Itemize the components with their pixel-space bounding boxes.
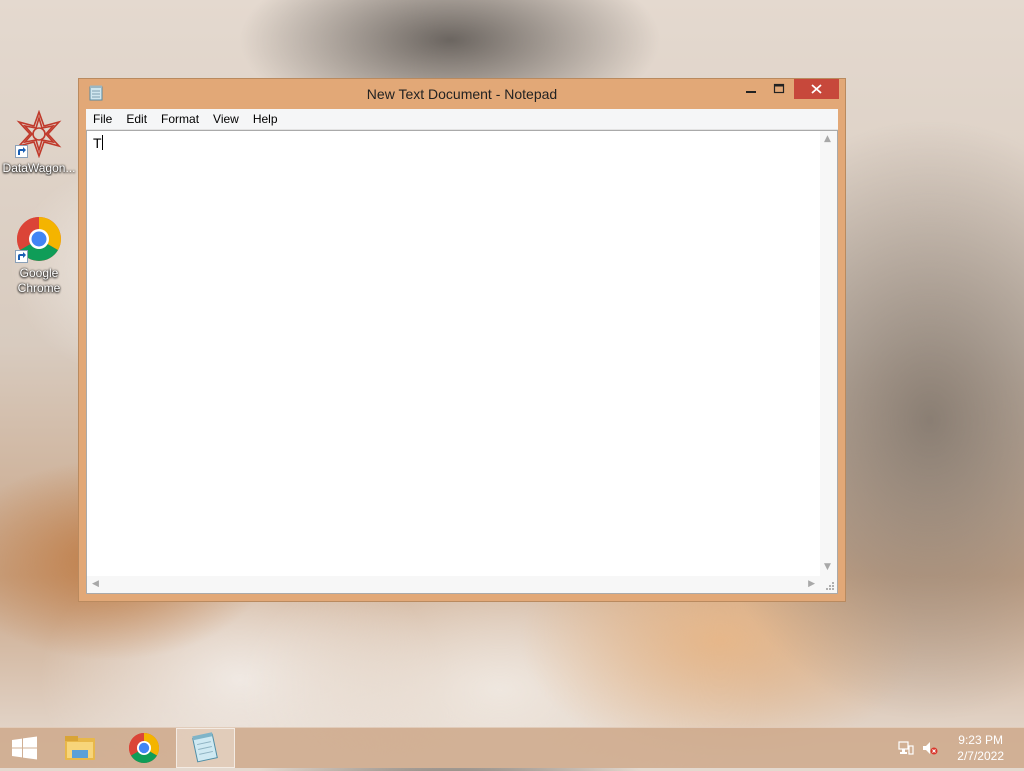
- window-title: New Text Document - Notepad: [366, 86, 558, 102]
- desktop-icon-label: DataWagon...: [2, 161, 76, 175]
- text-caret: [101, 135, 103, 150]
- shortcut-arrow-icon: [15, 250, 28, 263]
- folder-icon: [65, 736, 95, 760]
- desktop-icon-google-chrome[interactable]: Google Chrome: [1, 215, 77, 296]
- scroll-right-icon[interactable]: ▶: [808, 580, 815, 589]
- scroll-down-icon[interactable]: ▼: [824, 563, 831, 572]
- datawagon-app-icon: [15, 109, 63, 159]
- text-editor[interactable]: T ▲ ▼ ◀ ▶: [86, 130, 838, 594]
- start-button[interactable]: [0, 728, 50, 768]
- text-content-area[interactable]: T: [87, 131, 820, 576]
- close-button[interactable]: [794, 79, 839, 99]
- volume-muted-icon[interactable]: [922, 740, 938, 756]
- clock-time: 9:23 PM: [958, 733, 1003, 747]
- taskbar-notepad[interactable]: [176, 728, 235, 768]
- notepad-icon: [192, 732, 218, 763]
- notepad-window: New Text Document - Notepad File Edit Fo…: [78, 78, 846, 602]
- taskbar-file-explorer[interactable]: [56, 728, 106, 768]
- network-icon[interactable]: [898, 740, 914, 756]
- menu-edit[interactable]: Edit: [119, 112, 154, 126]
- menu-view[interactable]: View: [206, 112, 246, 126]
- menu-help[interactable]: Help: [246, 112, 285, 126]
- vertical-scrollbar[interactable]: ▲ ▼: [820, 131, 837, 576]
- scroll-left-icon[interactable]: ◀: [92, 580, 99, 589]
- horizontal-scrollbar[interactable]: ◀ ▶: [87, 576, 820, 593]
- taskbar-clock[interactable]: 9:23 PM 2/7/2022: [957, 732, 1004, 764]
- clock-date: 2/7/2022: [957, 749, 1004, 763]
- title-bar[interactable]: New Text Document - Notepad: [79, 79, 845, 109]
- minimize-button[interactable]: [737, 79, 765, 99]
- menu-format[interactable]: Format: [154, 112, 206, 126]
- taskbar-google-chrome[interactable]: [119, 728, 169, 768]
- desktop-icon-datawagon[interactable]: DataWagon...: [1, 109, 77, 176]
- maximize-button[interactable]: [765, 79, 793, 99]
- scroll-up-icon[interactable]: ▲: [824, 135, 831, 144]
- taskbar: 9:23 PM 2/7/2022: [0, 727, 1024, 768]
- menu-file[interactable]: File: [86, 112, 119, 126]
- menu-bar: File Edit Format View Help: [86, 109, 838, 130]
- document-text: T: [93, 135, 102, 151]
- chrome-icon: [15, 215, 63, 263]
- chrome-icon: [128, 733, 160, 764]
- desktop-icon-label: Google Chrome: [17, 266, 61, 295]
- resize-grip[interactable]: [820, 576, 837, 593]
- shortcut-arrow-icon: [15, 145, 28, 158]
